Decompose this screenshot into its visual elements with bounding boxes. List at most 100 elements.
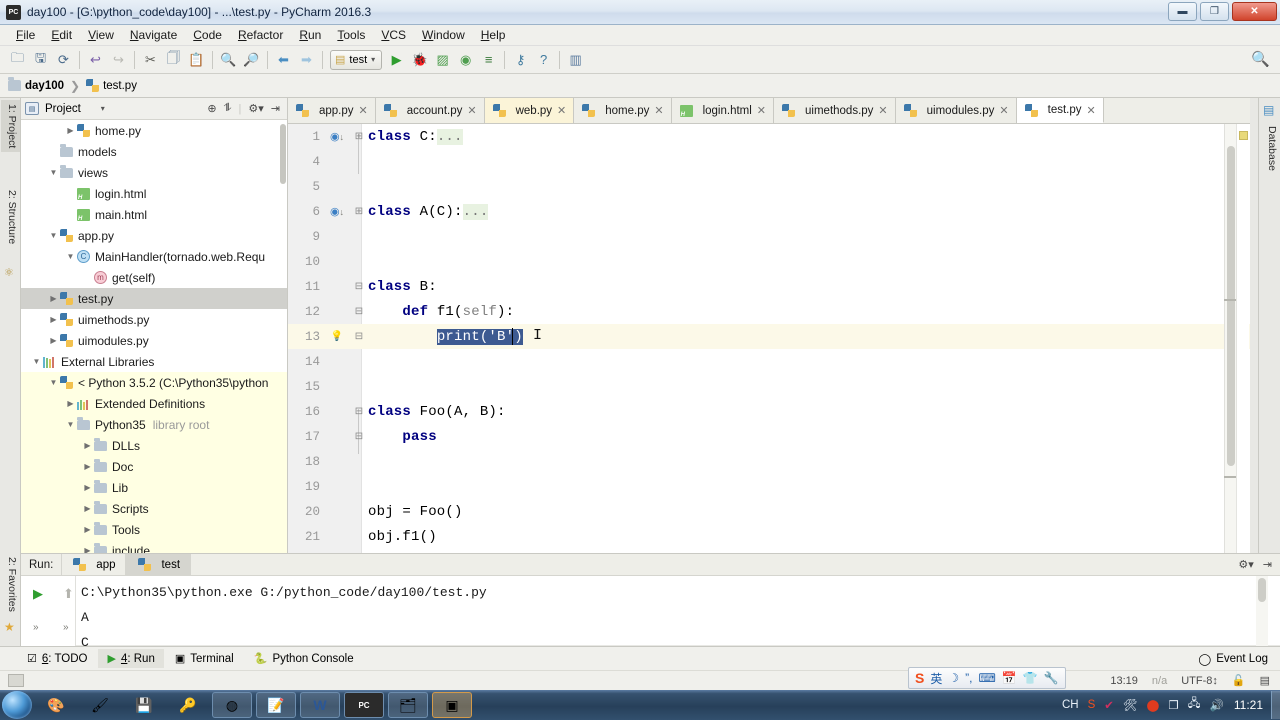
hide-icon[interactable]: ⇥ [1263, 558, 1272, 571]
paste-icon[interactable]: 📋 [185, 49, 208, 71]
warning-marker[interactable] [1239, 131, 1248, 140]
menu-item-edit[interactable]: Edit [43, 26, 80, 44]
close-icon[interactable]: ✕ [878, 104, 887, 117]
chevron-right-icon[interactable]: ▶ [82, 504, 93, 513]
sogou-logo-icon[interactable]: S [915, 670, 924, 686]
code-area[interactable]: 1 ◉↓ ⊞ class C:... 4 5 6 ◉↓ ⊞ class A(C):... 9 10 11… [288, 124, 1250, 553]
tree-node-external-libraries[interactable]: ▼ External Libraries [21, 351, 287, 372]
search-everywhere-icon[interactable]: 🔍 [1251, 50, 1270, 68]
close-icon[interactable]: ✕ [999, 104, 1008, 117]
undo-icon[interactable]: ↩ [84, 49, 107, 71]
gear-icon[interactable]: ⚙▾ [248, 102, 263, 115]
tree-node-test-py[interactable]: ▶ test.py [21, 288, 287, 309]
run-icon[interactable]: ▶ [385, 49, 408, 71]
tree-node-tools[interactable]: ▶ Tools [21, 519, 287, 540]
code-line-16[interactable]: 16 ⊟ class Foo(A, B): [288, 399, 1250, 424]
code-line-10[interactable]: 10 [288, 249, 1250, 274]
run-tab-app[interactable]: app [61, 554, 126, 575]
help-icon[interactable]: ? [532, 49, 555, 71]
tree-node-models[interactable]: models [21, 141, 287, 162]
chevron-right-icon[interactable]: ▶ [82, 546, 93, 553]
close-icon[interactable]: ✕ [467, 104, 476, 117]
tree-node-dlls[interactable]: ▶ DLLs [21, 435, 287, 456]
fold-collapse-icon[interactable]: ⊟ [352, 431, 366, 442]
find-icon[interactable]: 🔍 [217, 49, 240, 71]
tray-tools-icon[interactable]: 🛠 [1123, 698, 1138, 712]
code-line-11[interactable]: 11 ⊟ class B: [288, 274, 1250, 299]
debug-icon[interactable]: 🐞 [408, 49, 431, 71]
code-line-19[interactable]: 19 [288, 474, 1250, 499]
code-line-12[interactable]: 12 ⊟ def f1(self): [288, 299, 1250, 324]
chevron-right-icon[interactable]: ▶ [82, 525, 93, 534]
skin-icon[interactable]: 👕 [1023, 671, 1038, 685]
rerun-icon[interactable]: ▶ [33, 586, 43, 602]
sidebar-item-structure[interactable]: 2: Structure [1, 186, 20, 248]
tree-node-include[interactable]: ▶ include [21, 540, 287, 553]
tools-icon[interactable]: 🔧 [1044, 671, 1059, 685]
fold-collapse-icon[interactable]: ⊟ [352, 406, 366, 417]
tree-node--python-3-5-2-c-python35-python[interactable]: ▼ < Python 3.5.2 (C:\Python35\python [21, 372, 287, 393]
fold-expand-icon[interactable]: ⊞ [352, 206, 366, 217]
menu-item-view[interactable]: View [80, 26, 122, 44]
editor-tab-app-py[interactable]: app.py ✕ [288, 98, 376, 123]
run-configuration-selector[interactable]: ▤ test ▾ [330, 50, 382, 70]
tree-node-uimethods-py[interactable]: ▶ uimethods.py [21, 309, 287, 330]
menu-item-window[interactable]: Window [414, 26, 473, 44]
close-icon[interactable]: ✕ [654, 104, 663, 117]
tree-node-scripts[interactable]: ▶ Scripts [21, 498, 287, 519]
menu-item-help[interactable]: Help [473, 26, 514, 44]
project-tree[interactable]: ▶ home.py models ▼ views login.html main.html ▼… [21, 120, 287, 553]
editor-tab-uimethods-py[interactable]: uimethods.py ✕ [774, 98, 896, 123]
override-icon[interactable]: ◉↓ [328, 130, 346, 143]
cut-icon[interactable]: ✂ [139, 49, 162, 71]
editor-tab-web-py[interactable]: web.py ✕ [485, 98, 575, 123]
tool-button-6-todo[interactable]: ☑ 6: TODO [18, 649, 96, 668]
lock-icon[interactable]: 🔓 [1232, 674, 1246, 687]
replace-icon[interactable]: 🔎 [240, 49, 263, 71]
open-folder-icon[interactable]: 🗀 [6, 49, 29, 71]
moon-icon[interactable]: ☽ [948, 671, 959, 685]
tray-window-icon[interactable]: ❐ [1168, 698, 1178, 712]
tray-sogou-icon[interactable]: S [1088, 699, 1096, 711]
keyboard-icon[interactable]: ⌨ [978, 671, 995, 685]
code-lines[interactable]: 1 ◉↓ ⊞ class C:... 4 5 6 ◉↓ ⊞ class A(C):... 9 10 11… [288, 124, 1250, 553]
chevron-down-icon[interactable]: ▾ [101, 104, 105, 113]
tray-ime-icon[interactable]: CH [1062, 699, 1079, 711]
tool-button-python-console[interactable]: 🐍 Python Console [245, 649, 363, 668]
chevron-down-icon[interactable]: ▼ [48, 378, 59, 387]
code-line-18[interactable]: 18 [288, 449, 1250, 474]
event-log-button[interactable]: ◯ Event Log [1198, 652, 1280, 666]
close-icon[interactable]: ✕ [1087, 104, 1096, 117]
expand-left-icon[interactable]: » [33, 622, 39, 633]
show-desktop-button[interactable] [1271, 691, 1280, 719]
menu-item-refactor[interactable]: Refactor [230, 26, 291, 44]
tree-node-views[interactable]: ▼ views [21, 162, 287, 183]
fold-expand-icon[interactable]: ⊞ [352, 131, 366, 142]
copy-icon[interactable]: 🗍 [162, 49, 185, 71]
back-icon[interactable]: ⬅ [272, 49, 295, 71]
taskbar-notepad-icon[interactable]: 📝 [256, 692, 296, 718]
taskbar-tool-icon[interactable]: 🔑 [168, 692, 208, 718]
taskbar-clock[interactable]: 11:21 [1230, 698, 1267, 712]
expand-right-icon[interactable]: » [63, 622, 69, 633]
redo-icon[interactable]: ↪ [107, 49, 130, 71]
code-line-6[interactable]: 6 ◉↓ ⊞ class A(C):... [288, 199, 1250, 224]
sidebar-item-database[interactable]: Database [1260, 122, 1280, 175]
code-line-20[interactable]: 20 obj = Foo() [288, 499, 1250, 524]
database-icon[interactable]: ▥ [564, 49, 587, 71]
taskbar-paint-icon[interactable]: 🎨 [36, 692, 76, 718]
forward-icon[interactable]: ➡ [295, 49, 318, 71]
close-icon[interactable]: ✕ [557, 104, 566, 117]
code-line-17[interactable]: 17 ⊟ pass [288, 424, 1250, 449]
close-button[interactable]: ✕ [1232, 2, 1277, 21]
breadcrumb-item-test-py[interactable]: test.py [86, 79, 143, 92]
chevron-right-icon[interactable]: ▶ [48, 315, 59, 324]
tool-button-4-run[interactable]: ▶ 4: Run [98, 649, 163, 668]
code-line-15[interactable]: 15 [288, 374, 1250, 399]
taskbar-colors-icon[interactable]: 🖌 [80, 692, 120, 718]
fold-collapse-icon[interactable]: ⊟ [352, 331, 366, 342]
target-icon[interactable]: ⊕ [207, 102, 216, 115]
profile-icon[interactable]: ◉ [454, 49, 477, 71]
chevron-down-icon[interactable]: ▼ [48, 231, 59, 240]
chevron-down-icon[interactable]: ▼ [48, 168, 59, 177]
